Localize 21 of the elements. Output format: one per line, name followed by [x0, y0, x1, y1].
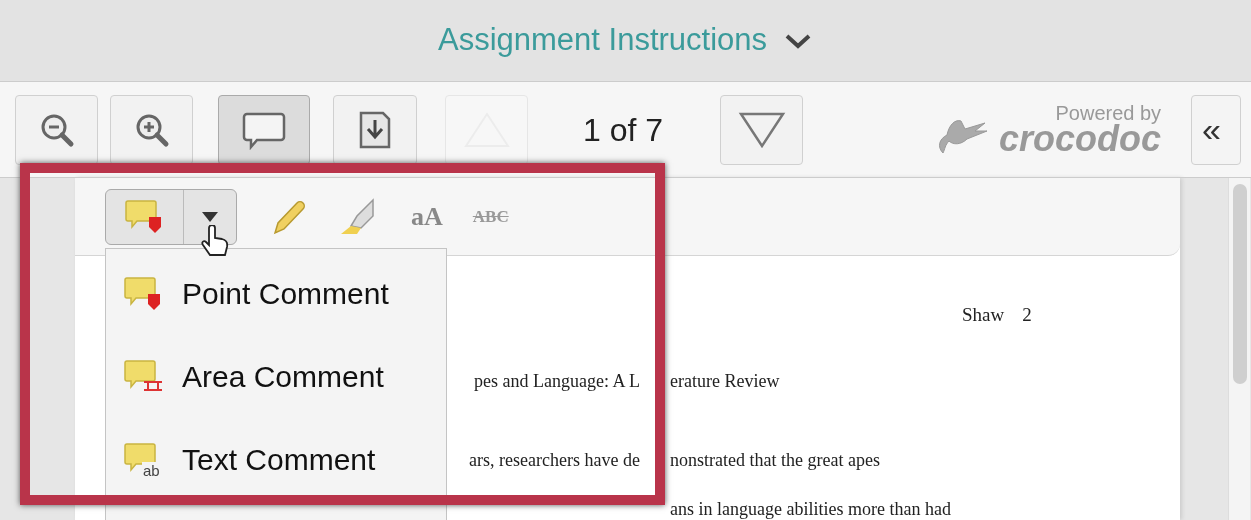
scrollbar-thumb[interactable]	[1232, 184, 1247, 384]
document-text: ans in language abilities more than had	[670, 497, 951, 520]
comment-split-button[interactable]	[105, 188, 237, 245]
comment-button[interactable]	[218, 94, 310, 165]
menu-item[interactable]: Point Comment	[124, 271, 446, 316]
running-head: 2	[1022, 303, 1032, 327]
document-text: erature Review	[670, 369, 780, 393]
download-icon	[358, 109, 392, 150]
document-text: pes and Language: A L	[474, 370, 640, 391]
panel-toggle-button[interactable]: «	[1191, 94, 1242, 165]
document-text: nonstrated that the great apes	[670, 448, 880, 472]
download-button[interactable]	[333, 94, 417, 165]
menu-item[interactable]: ab Text Comment	[124, 437, 446, 482]
next-button[interactable]	[720, 94, 804, 165]
menu-item[interactable]: Area Comment	[124, 354, 446, 399]
running-head: Shaw	[962, 303, 1005, 327]
zoom-in-button[interactable]	[110, 94, 193, 165]
zoom-out-button[interactable]	[15, 94, 98, 165]
page-indicator: 1 of 7	[583, 110, 664, 150]
powered-by-text: Powered by	[1055, 102, 1162, 123]
document-text: ars, researchers have de	[469, 449, 640, 470]
